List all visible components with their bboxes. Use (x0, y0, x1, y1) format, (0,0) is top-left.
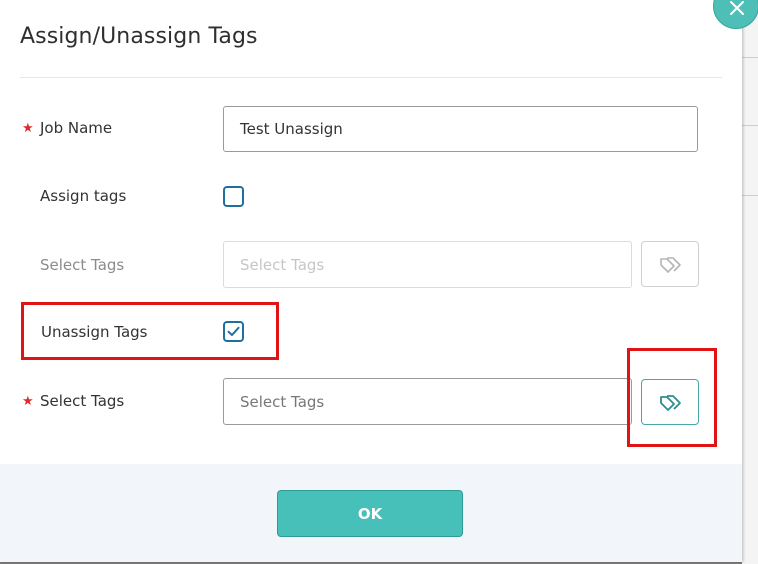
unassign-select-tags-placeholder: Select Tags (240, 392, 325, 411)
assign-tags-checkbox[interactable] (223, 186, 244, 207)
job-name-label: Job Name (40, 119, 113, 137)
background-divider (742, 125, 758, 126)
unassign-tags-checkbox[interactable] (223, 321, 244, 342)
checkmark-icon (227, 326, 240, 336)
background-page (742, 0, 758, 564)
job-name-value: Test Unassign (240, 120, 343, 138)
assign-select-tags-placeholder: Select Tags (240, 255, 325, 274)
unassign-tags-label: Unassign Tags (41, 323, 148, 341)
unassign-select-tags-input[interactable]: Select Tags (223, 378, 632, 425)
tag-icon (660, 257, 681, 273)
assign-tag-picker-button[interactable] (641, 241, 699, 287)
background-divider (742, 195, 758, 196)
job-name-input[interactable]: Test Unassign (223, 106, 698, 152)
dialog-title: Assign/Unassign Tags (20, 24, 258, 49)
unassign-tag-picker-button[interactable] (641, 379, 699, 425)
title-divider (20, 77, 722, 78)
tag-icon (660, 395, 681, 411)
ok-button[interactable]: OK (277, 490, 463, 537)
assign-select-tags-label: Select Tags (40, 256, 125, 274)
required-marker: ★ (22, 121, 34, 136)
unassign-select-tags-label: Select Tags (40, 392, 125, 410)
background-divider (742, 57, 758, 58)
close-icon (730, 1, 744, 15)
assign-unassign-tags-dialog: Assign/Unassign Tags ★ Job Name Test Una… (0, 0, 742, 562)
required-marker: ★ (22, 394, 34, 409)
assign-select-tags-input[interactable]: Select Tags (223, 241, 632, 288)
assign-tags-label: Assign tags (40, 187, 127, 205)
